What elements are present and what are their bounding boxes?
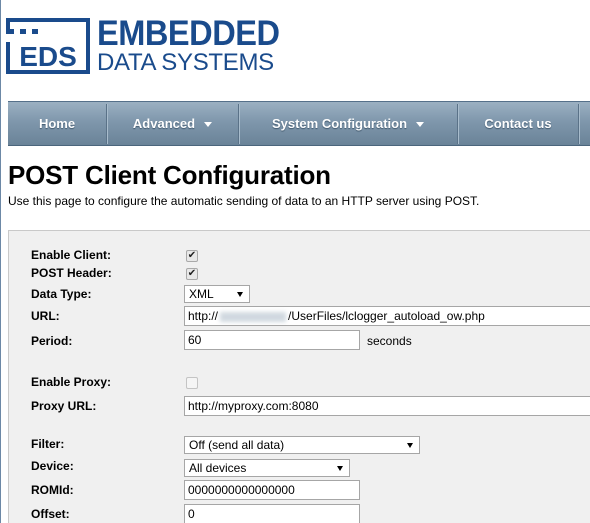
period-unit: seconds — [367, 334, 412, 348]
dropdown-arrow-icon — [237, 292, 243, 297]
dropdown-arrow-icon — [337, 466, 343, 471]
device-select[interactable]: All devices — [184, 459, 350, 477]
nav-home[interactable]: Home — [8, 102, 106, 145]
proxy-url-label: Proxy URL: — [31, 399, 97, 413]
url-suffix: /UserFiles/lclogger_autoload_ow.php — [288, 309, 485, 323]
nav-advanced[interactable]: Advanced — [107, 102, 238, 145]
enable-client-checkbox[interactable]: ✔ — [186, 250, 198, 262]
eds-logo-mark-icon: EDS — [6, 18, 90, 74]
enable-proxy-label: Enable Proxy: — [31, 375, 112, 389]
eds-logo[interactable]: EDS EMBEDDED DATA SYSTEMS — [6, 14, 296, 76]
logo-line1: EMBEDDED — [97, 14, 280, 53]
nav-system-configuration-label: System Configuration — [271, 116, 408, 131]
nav-advanced-label: Advanced — [132, 116, 196, 131]
romid-label: ROMId: — [31, 483, 74, 497]
filter-value: Off (send all data) — [189, 438, 285, 452]
nav-divider — [578, 104, 579, 144]
device-value: All devices — [189, 461, 247, 475]
enable-client-label: Enable Client: — [31, 248, 112, 262]
nav-contact-us-label: Contact us — [484, 116, 552, 131]
url-input[interactable]: http:// /UserFiles/lclogger_autoload_ow.p… — [184, 306, 590, 326]
checkmark-icon: ✔ — [187, 250, 197, 261]
data-type-label: Data Type: — [31, 287, 92, 301]
redacted-host — [220, 311, 287, 322]
url-label: URL: — [31, 309, 60, 323]
period-input[interactable]: 60 — [184, 330, 360, 350]
logo-wordmark: EMBEDDED DATA SYSTEMS — [97, 16, 293, 75]
checkmark-icon: ✔ — [187, 268, 197, 279]
data-type-select[interactable]: XML — [184, 285, 250, 303]
romid-input[interactable]: 0000000000000000 — [184, 480, 360, 500]
main-navbar: Home Advanced System Configuration Conta… — [8, 101, 590, 146]
enable-proxy-checkbox[interactable] — [186, 377, 198, 389]
proxy-url-input[interactable]: http://myproxy.com:8080 — [184, 396, 590, 416]
svg-text:EDS: EDS — [19, 41, 77, 72]
logo-line2: DATA SYSTEMS — [97, 49, 274, 76]
caret-down-icon — [204, 122, 213, 128]
device-label: Device: — [31, 459, 74, 473]
nav-system-configuration[interactable]: System Configuration — [239, 102, 457, 145]
dropdown-arrow-icon — [407, 443, 413, 448]
page-title: POST Client Configuration — [8, 160, 331, 190]
url-prefix: http:// — [188, 309, 219, 323]
period-label: Period: — [31, 334, 73, 348]
nav-contact-us[interactable]: Contact us — [458, 102, 578, 145]
nav-home-label: Home — [38, 116, 76, 131]
caret-down-icon — [416, 122, 425, 128]
page-description: Use this page to configure the automatic… — [8, 194, 480, 208]
post-header-checkbox[interactable]: ✔ — [186, 268, 198, 280]
filter-label: Filter: — [31, 437, 65, 451]
offset-input[interactable]: 0 — [184, 504, 360, 523]
page-left-border — [0, 0, 1, 523]
post-header-label: POST Header: — [31, 266, 112, 280]
offset-label: Offset: — [31, 507, 70, 521]
filter-select[interactable]: Off (send all data) — [184, 436, 420, 454]
post-client-form: Enable Client: ✔ POST Header: ✔ Data Typ… — [8, 230, 590, 523]
data-type-value: XML — [189, 287, 214, 301]
